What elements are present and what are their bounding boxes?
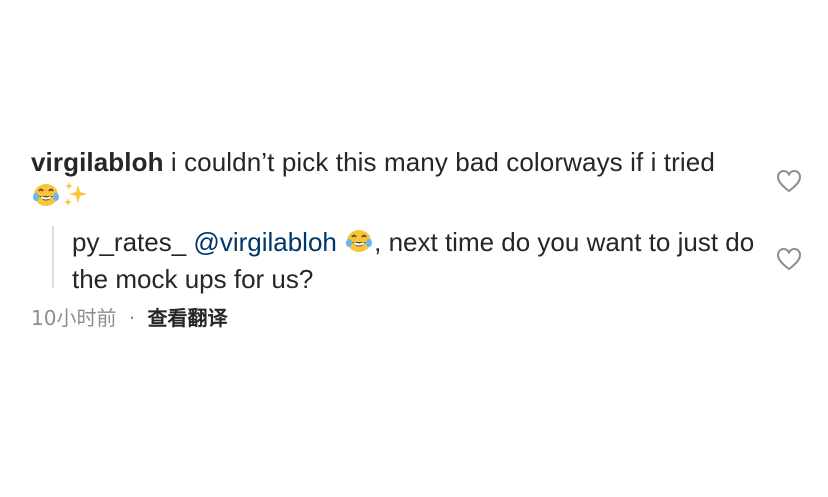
meta-separator: ·	[128, 306, 136, 330]
comment-meta: 10小时前 · 查看翻译	[31, 304, 228, 332]
reply-like-heart-icon[interactable]	[776, 247, 802, 271]
see-translation-link[interactable]: 查看翻译	[148, 306, 228, 330]
reply-thread: py_rates_ @virgilabloh , next time do yo…	[52, 226, 764, 294]
comment-like-heart-icon[interactable]	[776, 169, 802, 193]
sparkles-emoji	[61, 179, 91, 217]
reply-comment: py_rates_ @virgilabloh , next time do yo…	[72, 226, 762, 296]
comment-username[interactable]: virgilabloh	[31, 147, 164, 177]
comment-text: i couldn’t pick this many bad colorways …	[163, 147, 715, 177]
comment: virgilabloh i couldn’t pick this many ba…	[31, 146, 751, 217]
laughing-with-tears-emoji	[344, 227, 374, 263]
reply-mention-link[interactable]: @virgilabloh	[193, 227, 336, 257]
reply-username[interactable]: py_rates_	[72, 227, 186, 257]
laughing-with-tears-emoji	[31, 181, 61, 217]
comment-timestamp: 10小时前	[31, 306, 117, 330]
